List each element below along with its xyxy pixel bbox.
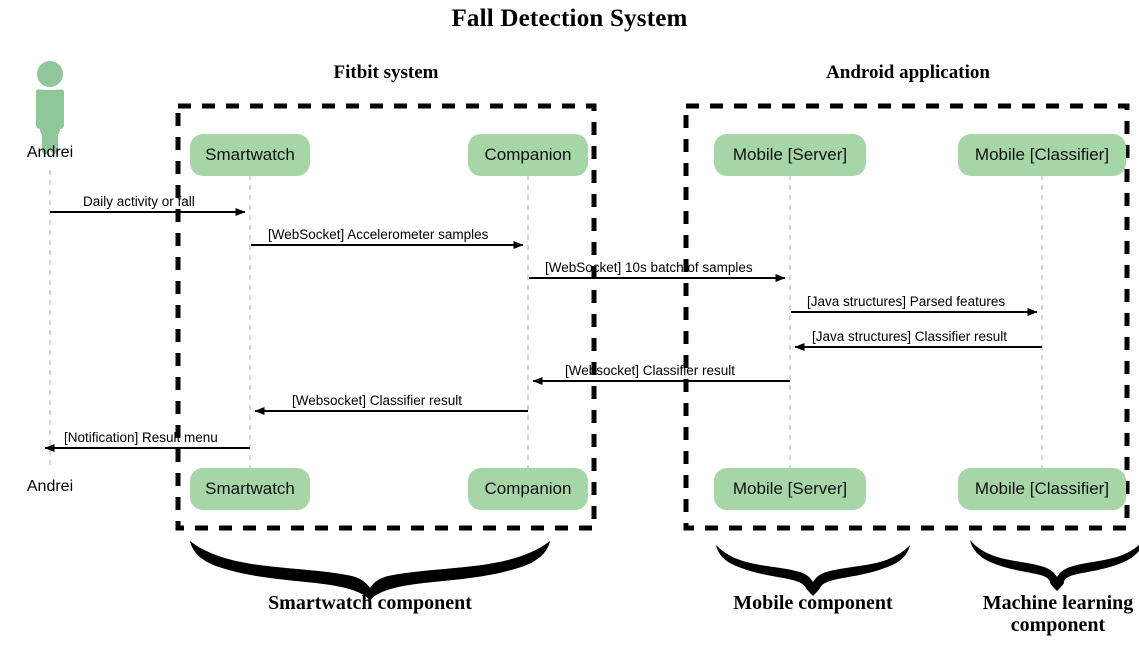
component-label-smartwatch: Smartwatch component: [268, 592, 472, 614]
person-icon: [36, 61, 64, 154]
participant-companion-top[interactable]: Companion: [468, 134, 588, 176]
message-label-m8: [Notification] Result menu: [64, 430, 218, 445]
message-label-m6: [Websocket] Classifier result: [565, 363, 736, 378]
participant-smartwatch-top[interactable]: Smartwatch: [190, 134, 310, 176]
component-label-ml: Machine learning component: [953, 592, 1139, 637]
message-label-m4: [Java structures] Parsed features: [807, 294, 1006, 309]
lifelines: [49, 170, 1043, 468]
brace-ml-component: [970, 540, 1139, 591]
page-title: Fall Detection System: [451, 5, 688, 32]
message-label-m3: [WebSocket] 10s batch of samples: [545, 260, 753, 275]
group-title-fitbit: Fitbit system: [333, 62, 439, 83]
participant-mobile-classifier-top[interactable]: Mobile [Classifier]: [958, 134, 1126, 176]
message-label-m7: [Websocket] Classifier result: [292, 393, 463, 408]
brace-mobile-component: [716, 545, 910, 596]
message-label-m2: [WebSocket] Accelerometer samples: [268, 227, 489, 242]
message-label-m5: [Java structures] Classifier result: [812, 329, 1008, 344]
participant-mobile-classifier-bottom[interactable]: Mobile [Classifier]: [958, 468, 1126, 510]
actor-label-bottom: Andrei: [26, 478, 74, 495]
component-label-ml-line2: component: [1010, 614, 1106, 637]
participant-companion-bottom[interactable]: Companion: [468, 468, 588, 510]
actor-label-top: Andrei: [26, 144, 74, 161]
component-label-mobile: Mobile component: [733, 592, 893, 614]
participant-mobile-server-top[interactable]: Mobile [Server]: [714, 134, 866, 176]
component-label-ml-line1: Machine learning: [982, 592, 1134, 614]
group-title-android: Android application: [826, 62, 990, 83]
participant-smartwatch-bottom[interactable]: Smartwatch: [190, 468, 310, 510]
participant-mobile-server-bottom[interactable]: Mobile [Server]: [714, 468, 866, 510]
message-label-m1: Daily activity or fall: [83, 194, 195, 209]
